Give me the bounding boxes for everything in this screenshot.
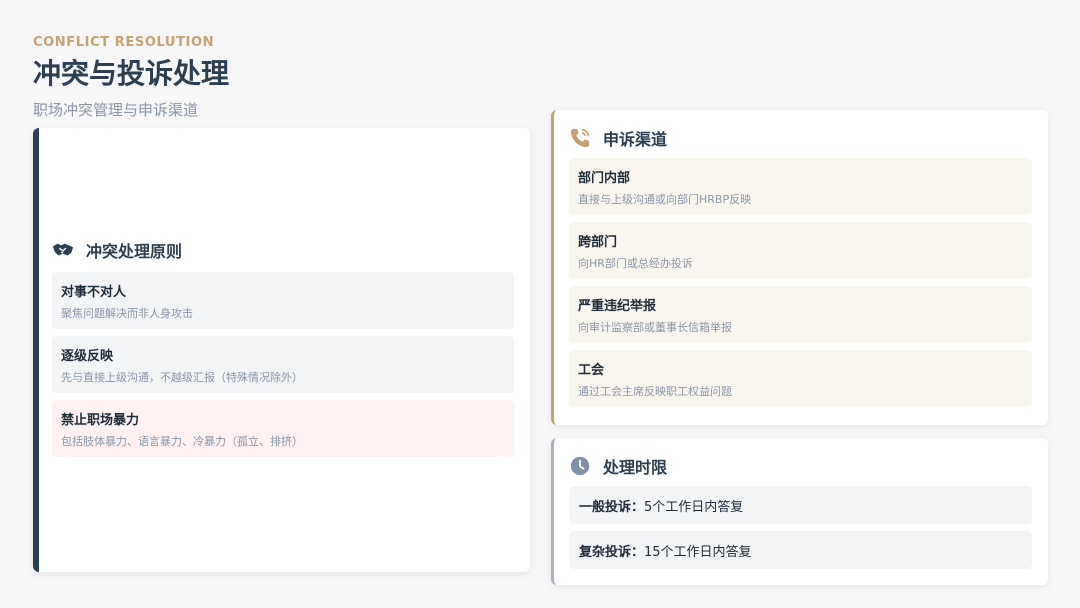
appeal-item-desc: 通过工会主席反映职工权益问题 bbox=[578, 385, 732, 398]
eyebrow-text: CONFLICT RESOLUTION bbox=[33, 35, 215, 50]
appeal-item-desc: 直接与上级沟通或向部门HRBP反映 bbox=[578, 193, 752, 206]
appeal-item-desc: 向审计监察部或董事长信箱举报 bbox=[578, 321, 732, 334]
principles-title: 冲突处理原则 bbox=[86, 242, 183, 261]
principles-card: 冲突处理原则 对事不对人 聚焦问题解决而非人身攻击 逐级反映 先与直接上级沟通，… bbox=[33, 128, 530, 572]
timelimit-value: 5个工作日内答复 bbox=[644, 499, 744, 515]
principle-item-title: 对事不对人 bbox=[61, 285, 127, 300]
timelimit-row: 复杂投诉： 15个工作日内答复 bbox=[569, 531, 1032, 569]
timelimit-title: 处理时限 bbox=[603, 458, 668, 477]
principle-item: 逐级反映 先与直接上级沟通，不越级汇报（特殊情况除外） bbox=[52, 336, 514, 393]
appeal-card: 申诉渠道 部门内部 直接与上级沟通或向部门HRBP反映 跨部门 向HR部门或总经… bbox=[551, 110, 1048, 425]
appeal-item: 工会 通过工会主席反映职工权益问题 bbox=[569, 350, 1032, 407]
principle-item: 对事不对人 聚焦问题解决而非人身攻击 bbox=[52, 272, 514, 329]
timelimit-key: 一般投诉： bbox=[579, 499, 645, 515]
principle-item-title: 禁止职场暴力 bbox=[61, 413, 140, 428]
appeal-item: 跨部门 向HR部门或总经办投诉 bbox=[569, 222, 1032, 279]
appeal-title: 申诉渠道 bbox=[603, 130, 668, 149]
principle-item-desc: 先与直接上级沟通，不越级汇报（特殊情况除外） bbox=[61, 371, 303, 384]
appeal-item-title: 严重违纪举报 bbox=[578, 299, 657, 314]
page-title: 冲突与投诉处理 bbox=[33, 57, 230, 90]
appeal-item-desc: 向HR部门或总经办投诉 bbox=[578, 257, 693, 270]
appeal-item: 严重违纪举报 向审计监察部或董事长信箱举报 bbox=[569, 286, 1032, 343]
appeal-item-title: 部门内部 bbox=[578, 171, 631, 186]
principle-item-desc: 包括肢体暴力、语言暴力、冷暴力（孤立、排挤） bbox=[61, 435, 303, 448]
appeal-item-title: 工会 bbox=[578, 363, 605, 378]
timelimit-value: 15个工作日内答复 bbox=[644, 544, 752, 560]
phone-icon bbox=[569, 127, 591, 149]
timelimit-row: 一般投诉： 5个工作日内答复 bbox=[569, 486, 1032, 524]
clock-icon bbox=[569, 455, 591, 477]
appeal-header: 申诉渠道 bbox=[569, 124, 1032, 152]
timelimit-card: 处理时限 一般投诉： 5个工作日内答复 复杂投诉： 15个工作日内答复 bbox=[551, 438, 1048, 585]
principle-item-desc: 聚焦问题解决而非人身攻击 bbox=[61, 307, 193, 320]
handshake-icon bbox=[52, 239, 74, 261]
timelimit-key: 复杂投诉： bbox=[579, 544, 645, 560]
principles-header: 冲突处理原则 bbox=[52, 236, 514, 264]
appeal-item-title: 跨部门 bbox=[578, 235, 618, 250]
principle-item-warning: 禁止职场暴力 包括肢体暴力、语言暴力、冷暴力（孤立、排挤） bbox=[52, 400, 514, 457]
timelimit-header: 处理时限 bbox=[569, 452, 1032, 480]
principle-item-title: 逐级反映 bbox=[61, 349, 114, 364]
appeal-item: 部门内部 直接与上级沟通或向部门HRBP反映 bbox=[569, 158, 1032, 215]
page-subtitle: 职场冲突管理与申诉渠道 bbox=[33, 101, 199, 119]
